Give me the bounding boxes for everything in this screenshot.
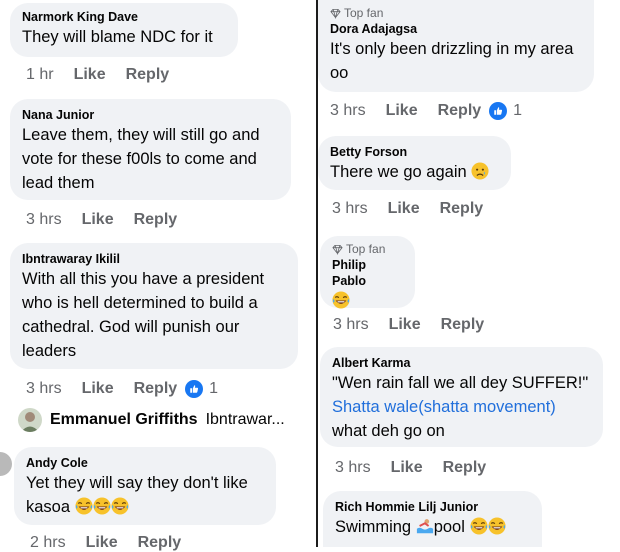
comment-author[interactable]: Narmork King Dave: [22, 9, 226, 25]
reply-button[interactable]: Reply: [126, 66, 170, 84]
comment-link[interactable]: Shatta wale(shatta movement): [332, 395, 591, 419]
top-fan-badge: Top fan: [330, 6, 582, 21]
reply-preview[interactable]: Emmanuel Griffiths Ibntrawar...: [18, 408, 285, 432]
avatar-image-icon: [21, 412, 39, 432]
comment-text-line: It's only been drizzling in my area: [330, 40, 574, 58]
comment-text-line: oo: [330, 64, 349, 82]
comment-author[interactable]: Ibntrawaray Ikilil: [22, 251, 286, 267]
comment-text: [332, 289, 403, 313]
comment-actions: 3 hrs Like Reply 1: [330, 102, 522, 120]
like-button[interactable]: Like: [82, 211, 114, 229]
comment-author[interactable]: Rich Hommie Lilj Junior: [335, 499, 530, 515]
like-reaction-icon: [489, 102, 508, 120]
comment-text-line: cathedral. God will punish our: [22, 318, 240, 336]
reaction-number: 1: [513, 102, 523, 119]
comment-time[interactable]: 3 hrs: [333, 316, 369, 334]
reply-button[interactable]: Reply: [134, 211, 178, 229]
laughing-emoji-icon: [111, 497, 129, 515]
reply-button[interactable]: Reply: [440, 200, 484, 218]
comment-time[interactable]: 1 hr: [26, 66, 54, 84]
reaction-count[interactable]: 1: [185, 380, 218, 398]
comment-text-line: what deh go on: [332, 422, 445, 440]
comment-bubble: Top fan Philip Pablo: [320, 236, 415, 308]
avatar: [18, 408, 42, 432]
comment-author[interactable]: Philip Pablo: [332, 257, 403, 289]
comment-author[interactable]: Albert Karma: [332, 355, 591, 371]
reply-button[interactable]: Reply: [438, 102, 482, 120]
comment-time[interactable]: 2 hrs: [30, 534, 66, 552]
avatar[interactable]: [0, 452, 12, 476]
comment-author[interactable]: Nana Junior: [22, 107, 279, 123]
comment-bubble: Nana Junior Leave them, they will still …: [10, 99, 291, 200]
comment-bubble: Betty Forson There we go again: [318, 136, 511, 190]
diamond-icon: [330, 8, 341, 19]
comment-author[interactable]: Dora Adajagsa: [330, 21, 582, 37]
comment-time[interactable]: 3 hrs: [335, 459, 371, 477]
comment-bubble: Ibntrawaray Ikilil With all this you hav…: [10, 243, 298, 369]
like-button[interactable]: Like: [386, 102, 418, 120]
swimmer-emoji-icon: [416, 517, 434, 535]
comment-time[interactable]: 3 hrs: [330, 102, 366, 120]
like-button[interactable]: Like: [86, 534, 118, 552]
reply-button[interactable]: Reply: [443, 459, 487, 477]
comment-text-line: lead them: [22, 174, 95, 192]
laughing-emoji-icon: [75, 497, 93, 515]
like-button[interactable]: Like: [389, 316, 421, 334]
comment-author[interactable]: Andy Cole: [26, 455, 264, 471]
comment-text-line: kasoa: [26, 495, 264, 519]
comment-actions: 3 hrs Like Reply: [333, 316, 504, 334]
like-button[interactable]: Like: [391, 459, 423, 477]
top-fan-badge: Top fan: [332, 242, 403, 257]
comment-actions: 3 hrs Like Reply 1: [26, 380, 218, 398]
comment-actions: 3 hrs Like Reply: [26, 211, 197, 229]
like-button[interactable]: Like: [74, 66, 106, 84]
like-reaction-icon: [185, 380, 204, 398]
comment-text: Swimming pool: [335, 515, 530, 539]
laughing-emoji-icon: [332, 291, 350, 309]
comment-actions: 3 hrs Like Reply: [335, 459, 506, 477]
like-button[interactable]: Like: [82, 380, 114, 398]
reply-text: Ibntrawar...: [205, 411, 285, 428]
comment-time[interactable]: 3 hrs: [26, 380, 62, 398]
comment-bubble: Rich Hommie Lilj Junior Swimming pool: [323, 491, 542, 547]
comment-text: There we go again: [330, 160, 499, 184]
reaction-number: 1: [209, 380, 219, 397]
laughing-emoji-icon: [488, 517, 506, 535]
comment-actions: 1 hr Like Reply: [26, 66, 189, 84]
column-divider: [316, 0, 318, 547]
like-button[interactable]: Like: [388, 200, 420, 218]
comment-text-line: With all this you have a president: [22, 270, 265, 288]
crying-emoji-icon: [471, 162, 489, 180]
reply-author[interactable]: Emmanuel Griffiths: [50, 411, 198, 429]
comment-text-line: who is hell determined to build a: [22, 294, 258, 312]
comment-text-line: vote for these f00ls to come and: [22, 150, 257, 168]
comment-text: They will blame NDC for it: [22, 28, 213, 46]
comment-time[interactable]: 3 hrs: [26, 211, 62, 229]
laughing-emoji-icon: [470, 517, 488, 535]
comment-bubble: Albert Karma "Wen rain fall we all dey S…: [320, 347, 603, 447]
reply-button[interactable]: Reply: [441, 316, 485, 334]
comment-text-line: leaders: [22, 342, 77, 360]
comment-actions: 3 hrs Like Reply: [332, 200, 503, 218]
comment-bubble: Top fan Dora Adajagsa It's only been dri…: [318, 0, 594, 92]
comment-text-line: "Wen rain fall we all dey SUFFER!": [332, 374, 589, 392]
diamond-icon: [332, 244, 343, 255]
reaction-count[interactable]: 1: [489, 102, 522, 120]
comment-text-line: Leave them, they will still go and: [22, 126, 260, 144]
comment-bubble: Narmork King Dave They will blame NDC fo…: [10, 3, 238, 57]
comment-time[interactable]: 3 hrs: [332, 200, 368, 218]
reply-button[interactable]: Reply: [138, 534, 182, 552]
reply-button[interactable]: Reply: [134, 380, 178, 398]
comment-author[interactable]: Betty Forson: [330, 144, 499, 160]
comment-text-line: Yet they will say they don't like: [26, 474, 248, 492]
comment-bubble: Andy Cole Yet they will say they don't l…: [14, 447, 276, 525]
comment-actions: 2 hrs Like Reply: [30, 534, 201, 552]
laughing-emoji-icon: [93, 497, 111, 515]
